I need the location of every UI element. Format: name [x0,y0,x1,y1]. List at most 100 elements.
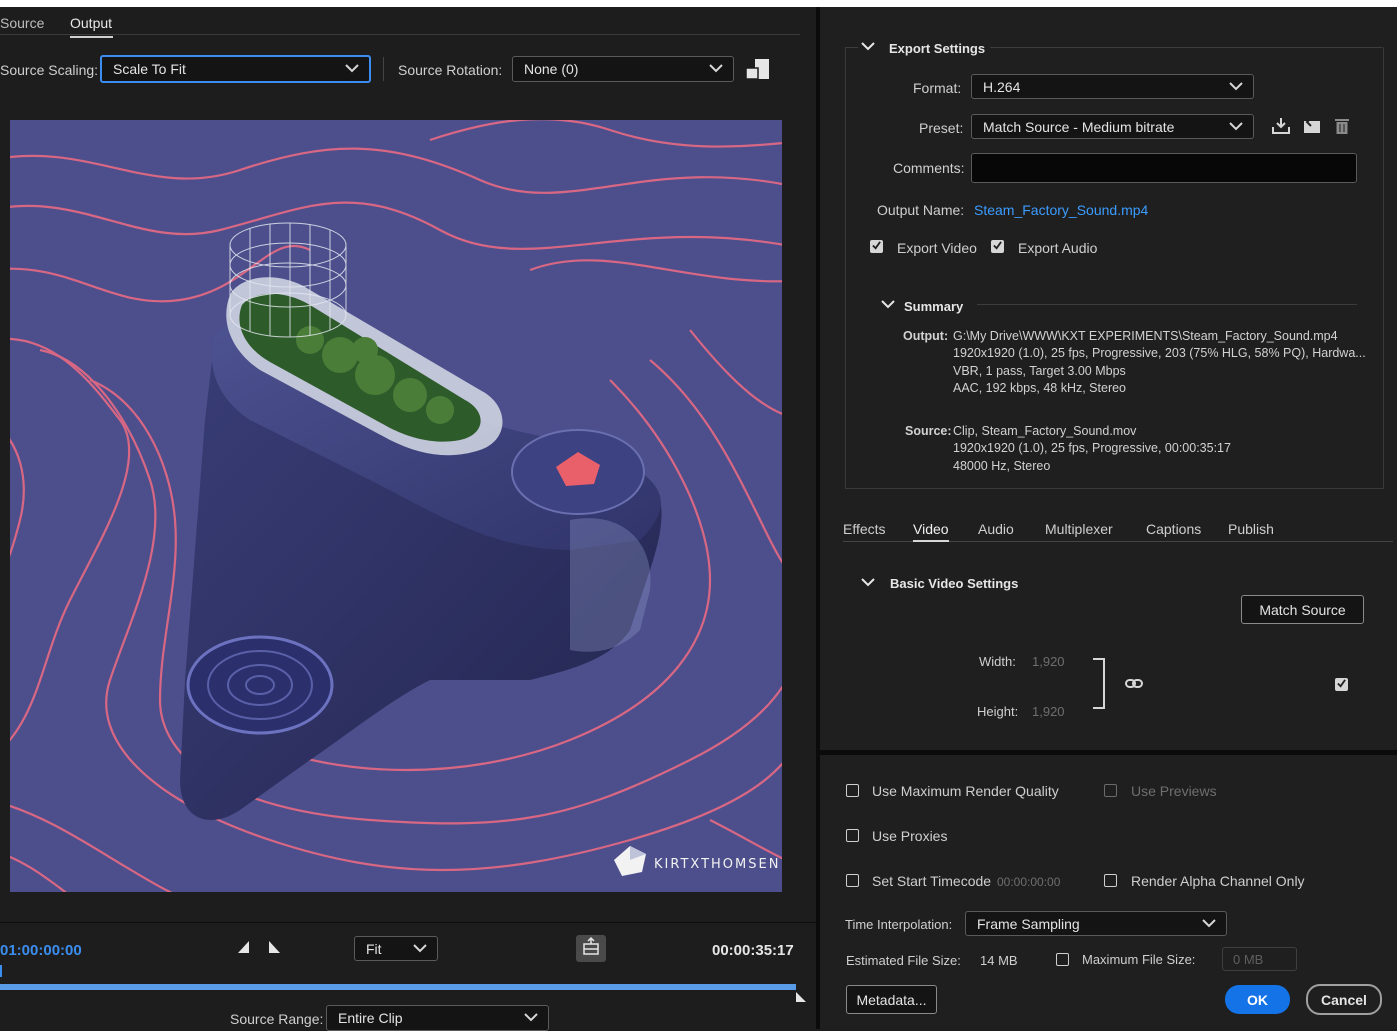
checkmark-icon [872,241,881,250]
chevron-down-icon [1229,121,1243,130]
aspect-toggle-icon[interactable] [745,58,771,80]
tab-effects[interactable]: Effects [843,521,886,537]
summary-output-line: AAC, 192 kbps, 48 kHz, Stereo [953,381,1127,395]
max-render-quality-label: Use Maximum Render Quality [872,783,1059,799]
comments-input[interactable] [971,153,1357,183]
max-render-quality-checkbox[interactable] [846,784,859,797]
format-label: Format: [913,80,962,96]
source-range-fill [0,984,796,990]
height-label: Height: [977,704,1019,719]
timeline-divider [0,922,816,923]
chevron-down-icon [413,943,427,952]
summary-source-label: Source: [905,424,952,438]
delete-preset-icon[interactable] [1333,116,1351,135]
preset-dropdown[interactable]: Match Source - Medium bitrate [971,114,1254,139]
metadata-button[interactable]: Metadata... [846,985,937,1014]
chevron-down-icon[interactable] [861,41,875,51]
time-interpolation-label: Time Interpolation: [845,917,953,932]
source-range-dropdown[interactable]: Entire Clip [326,1005,549,1031]
max-file-size-input[interactable]: 0 MB [1222,947,1297,971]
estimated-size-label: Estimated File Size: [846,953,961,968]
fit-frame-button[interactable] [576,935,606,962]
chevron-down-icon [524,1013,538,1022]
toolbar-separator [383,57,384,81]
max-file-size-label: Maximum File Size: [1082,952,1196,967]
source-scaling-label: Source Scaling: [0,62,99,78]
video-preview: KIRTXTHOMSEN [10,120,782,892]
source-range-value: Entire Clip [338,1010,403,1026]
time-interpolation-value: Frame Sampling [977,915,1080,932]
set-start-timecode-checkbox[interactable] [846,874,859,887]
height-value[interactable]: 1,920 [1032,704,1065,719]
chain-link-icon[interactable] [1124,677,1144,691]
chevron-down-icon [709,64,723,73]
chevron-down-icon[interactable] [861,577,875,587]
tab-publish[interactable]: Publish [1228,521,1274,537]
use-previews-checkbox[interactable] [1104,784,1117,797]
render-alpha-checkbox[interactable] [1104,874,1117,887]
source-rotation-dropdown[interactable]: None (0) [512,56,734,82]
out-point-marker-icon[interactable] [795,991,807,1003]
tab-output[interactable]: Output [70,15,112,31]
format-dropdown[interactable]: H.264 [971,74,1254,99]
summary-output-label: Output: [903,329,949,343]
export-settings-title: Export Settings [889,41,986,56]
source-rotation-label: Source Rotation: [398,62,503,78]
set-in-point-icon[interactable] [237,940,251,954]
output-name-label: Output Name: [877,202,965,218]
cancel-button[interactable]: Cancel [1306,984,1382,1015]
tab-captions[interactable]: Captions [1146,521,1201,537]
tab-video[interactable]: Video [913,521,949,537]
checkmark-icon [993,241,1002,250]
export-audio-checkbox[interactable] [991,240,1004,253]
use-proxies-checkbox[interactable] [846,829,859,842]
playhead[interactable] [0,965,2,977]
set-start-timecode-label: Set Start Timecode [872,873,992,889]
tab-audio[interactable]: Audio [978,521,1014,537]
checkmark-icon [1337,679,1346,688]
set-out-point-icon[interactable] [267,940,281,954]
basic-video-title: Basic Video Settings [890,576,1019,591]
use-previews-label: Use Previews [1131,783,1217,799]
time-interpolation-dropdown[interactable]: Frame Sampling [965,911,1227,936]
active-tab-indicator [913,540,949,542]
import-preset-icon[interactable] [1302,117,1322,135]
dimension-link-bracket [1093,658,1105,709]
frame-line [845,47,858,48]
tab-multiplexer[interactable]: Multiplexer [1045,521,1113,537]
export-video-label: Export Video [897,240,977,256]
chevron-down-icon [1202,918,1216,927]
format-value: H.264 [983,78,1021,95]
source-scaling-dropdown[interactable]: Scale To Fit [100,55,371,83]
chevron-down-icon [1229,81,1243,90]
preset-value: Match Source - Medium bitrate [983,118,1175,135]
source-rotation-value: None (0) [524,61,579,77]
use-proxies-label: Use Proxies [872,828,948,844]
panel-divider [820,750,1397,755]
preview-artwork: KIRTXTHOMSEN [10,120,782,892]
export-video-checkbox[interactable] [870,240,883,253]
summary-source-line: 1920x1920 (1.0), 25 fps, Progressive, 00… [953,441,1231,455]
zoom-dropdown[interactable]: Fit [354,936,438,961]
brand-watermark: KIRTXTHOMSEN [654,857,780,872]
summary-source-line: Clip, Steam_Factory_Sound.mov [953,424,1137,438]
zoom-value: Fit [366,940,382,957]
fit-frame-icon [583,936,599,955]
chevron-down-icon[interactable] [881,299,895,309]
match-source-button[interactable]: Match Source [1241,595,1364,624]
save-preset-icon[interactable] [1271,117,1291,135]
dimension-checkbox[interactable] [1335,678,1348,691]
export-audio-label: Export Audio [1018,240,1098,256]
width-label: Width: [979,654,1016,669]
source-range-label: Source Range: [230,1011,324,1027]
max-file-size-checkbox[interactable] [1056,953,1069,966]
ok-button[interactable]: OK [1225,985,1290,1014]
start-timecode-value[interactable]: 00:00:00:00 [997,875,1060,889]
tab-source[interactable]: Source [0,15,44,31]
summary-divider [977,304,1357,305]
source-range-track[interactable] [0,984,796,990]
current-timecode[interactable]: 01:00:00:00 [0,942,82,959]
tabs-divider [0,34,800,35]
width-value[interactable]: 1,920 [1032,654,1065,669]
output-name-link[interactable]: Steam_Factory_Sound.mp4 [974,202,1148,218]
